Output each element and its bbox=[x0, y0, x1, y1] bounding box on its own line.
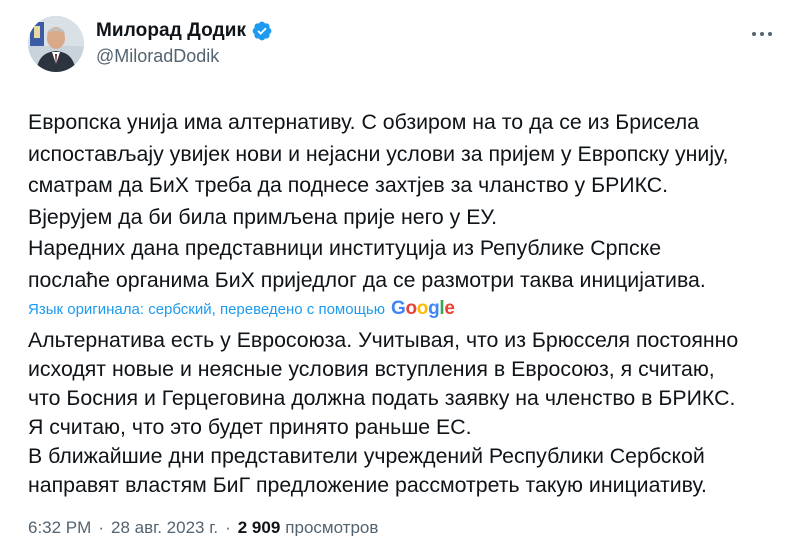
author-names: Милорад Додик @MiloradDodik bbox=[96, 18, 273, 67]
tweet-header: Милорад Додик @MiloradDodik bbox=[28, 16, 777, 76]
avatar[interactable] bbox=[28, 16, 84, 72]
verified-badge-icon[interactable] bbox=[251, 20, 273, 42]
tweet-meta: 6:32 PM · 28 авг. 2023 г. · 2 909 просмо… bbox=[28, 518, 777, 536]
translation-notice-row[interactable]: Язык оригинала: сербский, переведено с п… bbox=[28, 296, 777, 322]
author-handle[interactable]: @MiloradDodik bbox=[96, 46, 273, 67]
views-label[interactable]: просмотров bbox=[285, 518, 378, 536]
tweet-card: Милорад Додик @MiloradDodik Европска уни… bbox=[0, 0, 799, 536]
author-display-name[interactable]: Милорад Додик bbox=[96, 20, 246, 42]
more-horizontal-icon[interactable] bbox=[747, 22, 777, 46]
tweet-translated-text: Альтернатива есть у Евросоюза. Учитывая,… bbox=[28, 328, 739, 497]
meta-separator: · bbox=[98, 518, 104, 536]
tweet-time[interactable]: 6:32 PM bbox=[28, 518, 91, 536]
translation-notice[interactable]: Язык оригинала: сербский, переведено с п… bbox=[28, 301, 385, 318]
name-row: Милорад Додик bbox=[96, 18, 273, 44]
meta-separator: · bbox=[225, 518, 231, 536]
views-count[interactable]: 2 909 bbox=[238, 518, 281, 536]
tweet-original-text: Европска унија има алтернативу. С обзиро… bbox=[28, 110, 729, 292]
google-logo: Google bbox=[391, 298, 455, 319]
tweet-date[interactable]: 28 авг. 2023 г. bbox=[111, 518, 218, 536]
